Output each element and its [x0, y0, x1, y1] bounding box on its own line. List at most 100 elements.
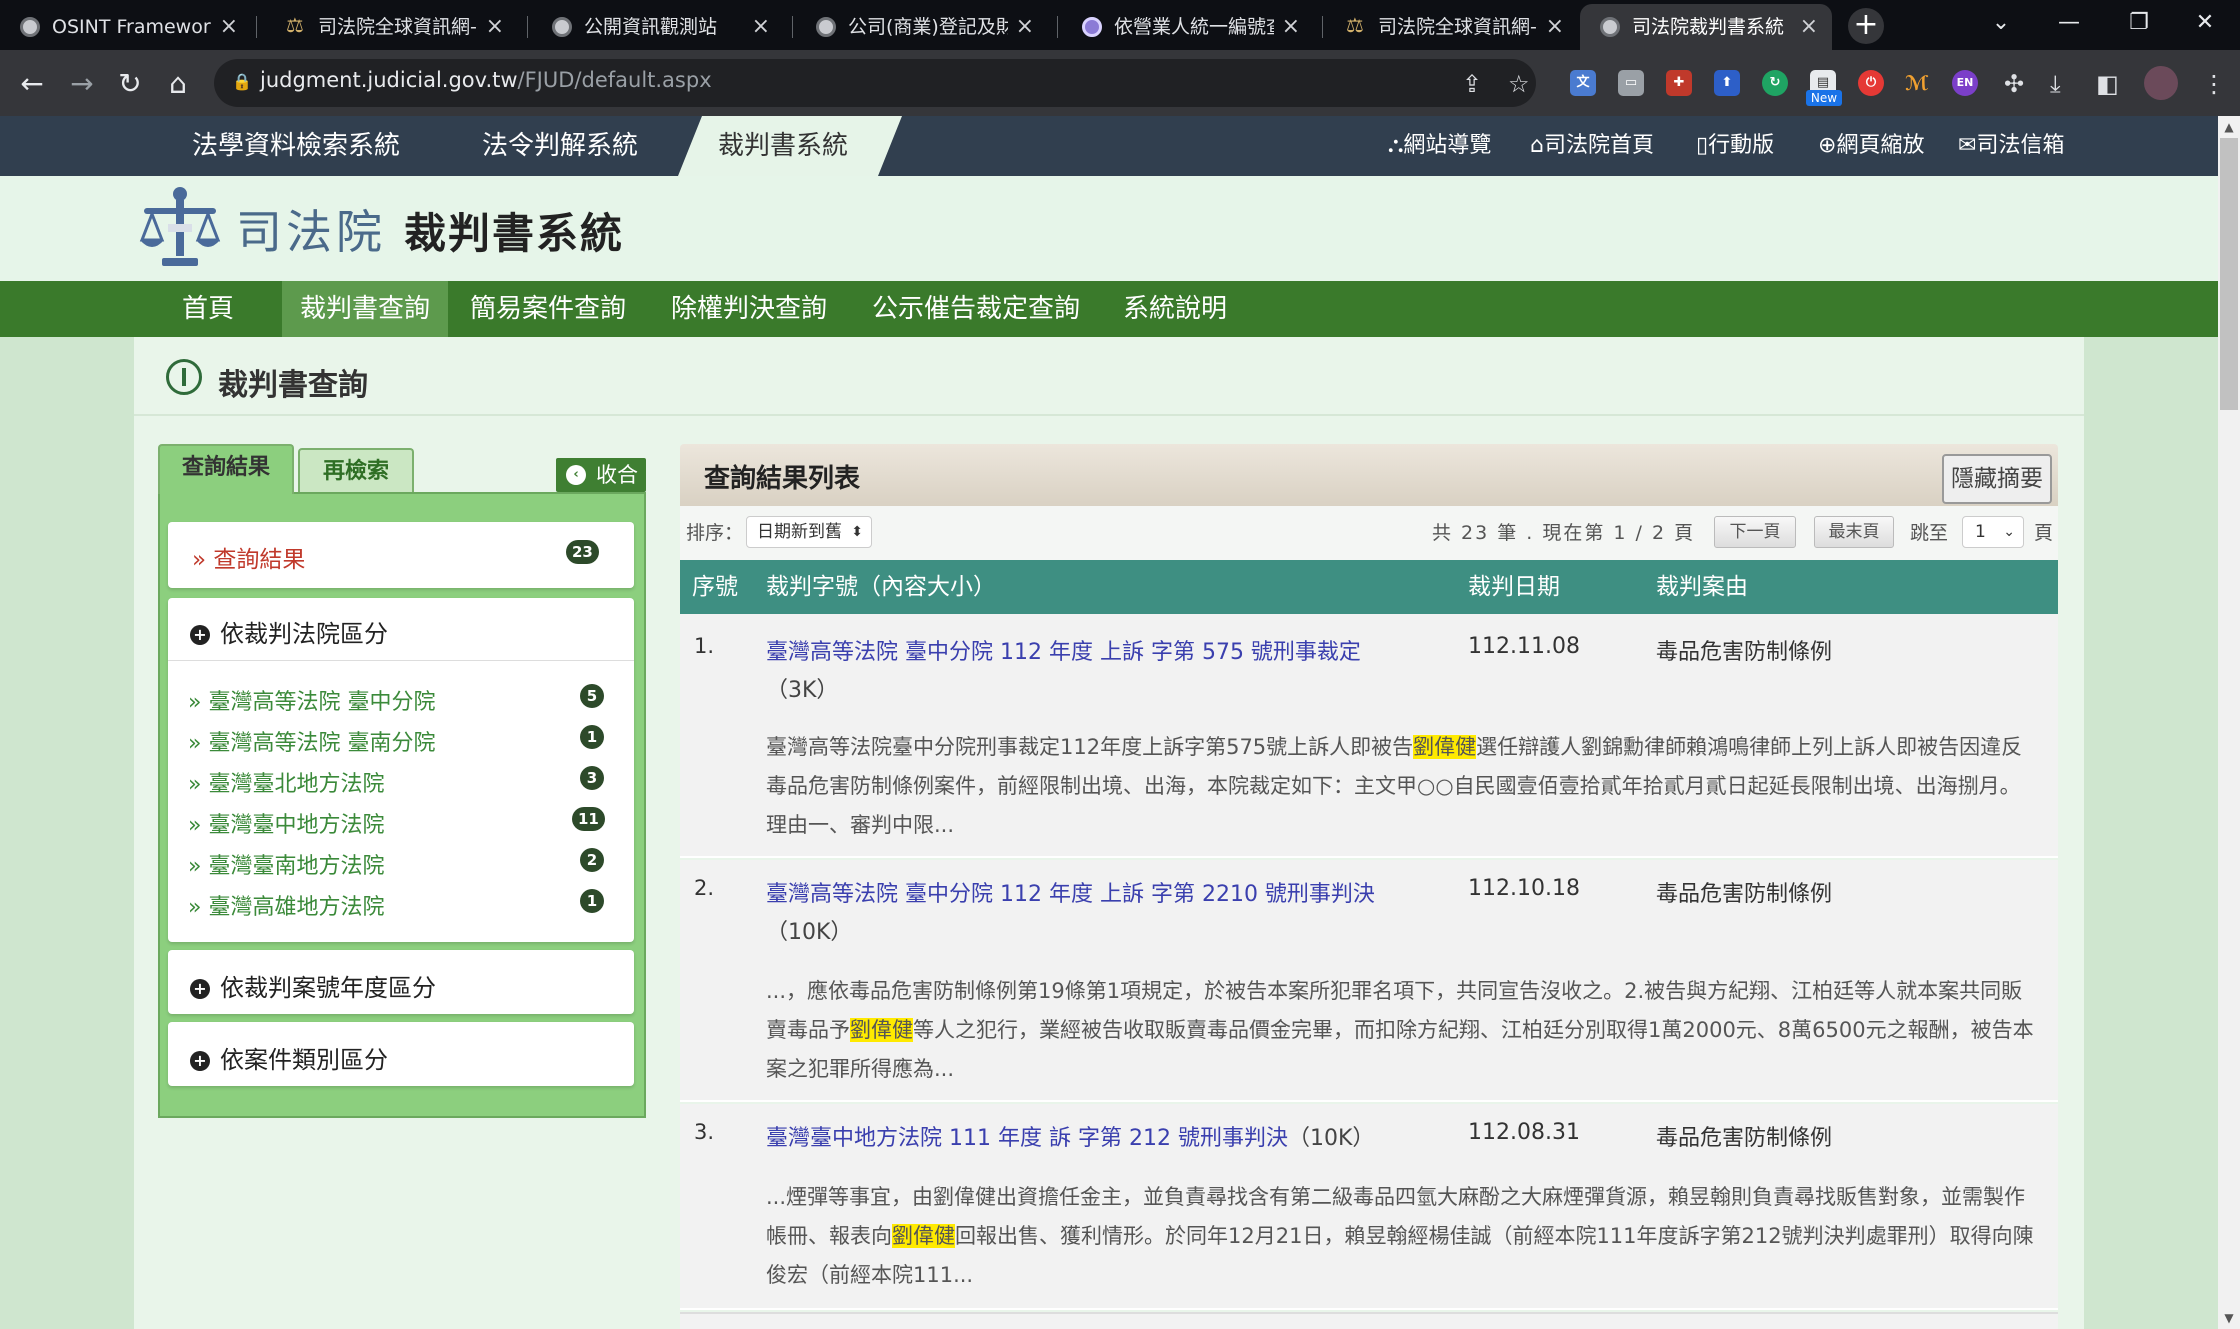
- collapse-button[interactable]: ‹ 收合: [556, 458, 646, 492]
- case-summary: ...煙彈等事宜，由劉偉健出資擔任金主，並負責尋找含有第二級毒品四氫大麻酚之大麻…: [766, 1178, 2036, 1295]
- menu-public-notice[interactable]: 公示催告裁定查詢: [858, 281, 1094, 337]
- year-section-header[interactable]: + 依裁判案號年度區分: [190, 968, 436, 1003]
- toplink-home[interactable]: ⌂司法院首頁: [1530, 116, 1654, 176]
- close-icon[interactable]: ×: [1546, 4, 1564, 50]
- close-icon[interactable]: ×: [1800, 4, 1818, 50]
- close-icon[interactable]: ×: [1282, 4, 1300, 50]
- browser-tab-tax[interactable]: 依營業人統一編號查 ×: [1062, 4, 1314, 50]
- toplink-sitemap[interactable]: ⛬網站導覽: [1388, 116, 1491, 176]
- sitemap-icon: ⛬: [1388, 133, 1404, 158]
- brand-name[interactable]: 司法院: [236, 196, 386, 262]
- arrow-extension-icon[interactable]: ⬆: [1714, 70, 1740, 96]
- zoom-icon: ⊕: [1818, 133, 1837, 158]
- menu-judgment-search[interactable]: 裁判書查詢: [282, 281, 448, 337]
- results-card[interactable]: » 查詢結果 23: [168, 522, 634, 588]
- scroll-up-icon[interactable]: ▲: [2218, 116, 2240, 138]
- menu-simple-case[interactable]: 簡易案件查詢: [458, 281, 638, 337]
- page-info: 共 23 筆 . 現在第 1 / 2 頁: [1432, 522, 1696, 544]
- sysnav-judgment-system[interactable]: 裁判書系統: [718, 116, 848, 176]
- court-count-badge: 5: [580, 684, 604, 708]
- type-section-label: 依案件類別區分: [220, 1046, 388, 1074]
- share-icon[interactable]: ⇪: [1462, 70, 1482, 98]
- restore-button[interactable]: ❐: [2104, 0, 2174, 50]
- hide-summary-button[interactable]: 隱藏摘要: [1942, 454, 2052, 504]
- sort-value: 日期新到舊: [757, 522, 842, 542]
- tab-title: 司法院全球資訊網-司: [1378, 16, 1538, 38]
- url-text[interactable]: judgment.judicial.gov.tw/FJUD/default.as…: [260, 68, 712, 92]
- court-filter-item[interactable]: » 臺灣高等法院 臺中分院: [188, 684, 435, 716]
- court-filter-item[interactable]: » 臺灣臺中地方法院: [188, 807, 384, 839]
- profile-avatar[interactable]: [2144, 66, 2178, 100]
- scale-icon: ⚖: [286, 13, 304, 37]
- scroll-down-icon[interactable]: ▼: [2218, 1307, 2240, 1329]
- jump-page-select[interactable]: 1 ⌄: [1962, 516, 2024, 548]
- back-button[interactable]: ←: [14, 66, 50, 102]
- type-filter-card[interactable]: + 依案件類別區分: [168, 1022, 634, 1086]
- browser-tab-judicial-2[interactable]: ⚖ 司法院全球資訊網-司 ×: [1326, 4, 1578, 50]
- refresh-extension-icon[interactable]: ↻: [1762, 70, 1788, 96]
- window-extension-icon[interactable]: ▭: [1618, 70, 1644, 96]
- scrollbar-thumb[interactable]: [2220, 138, 2238, 410]
- close-icon[interactable]: ×: [1016, 4, 1034, 50]
- tab-query-results[interactable]: 查詢結果: [158, 444, 294, 494]
- court-count-badge: 1: [580, 725, 604, 749]
- next-page-button[interactable]: 下一頁: [1714, 516, 1796, 548]
- browser-tab-company[interactable]: 公司(商業)登記及財 ×: [796, 4, 1048, 50]
- language-extension-icon[interactable]: EN: [1952, 70, 1978, 96]
- col-number: 序號: [692, 574, 738, 600]
- menu-kebab-icon[interactable]: ⋮: [2202, 70, 2226, 98]
- court-filter-item[interactable]: » 臺灣臺南地方法院: [188, 848, 384, 880]
- tab-research[interactable]: 再檢索: [298, 448, 414, 492]
- lock-icon[interactable]: 🔒: [232, 72, 252, 92]
- court-filter-item[interactable]: » 臺灣高等法院 臺南分院: [188, 725, 435, 757]
- browser-tab-mops[interactable]: 公開資訊觀測站 ×: [532, 4, 784, 50]
- browser-tab-osint[interactable]: OSINT Framework ×: [0, 4, 252, 50]
- menu-home[interactable]: 首頁: [160, 281, 256, 337]
- sysnav-law-search[interactable]: 法學資料檢索系統: [192, 116, 400, 176]
- sort-select[interactable]: 日期新到舊 ⬍: [746, 516, 872, 548]
- reload-button[interactable]: ↻: [112, 66, 148, 102]
- translate-extension-icon[interactable]: 文: [1570, 70, 1596, 96]
- court-filter-item[interactable]: » 臺灣高雄地方法院: [188, 889, 384, 921]
- court-section-header[interactable]: + 依裁判法院區分: [190, 614, 388, 649]
- toplink-mailbox[interactable]: ✉司法信箱: [1958, 116, 2064, 176]
- case-cause: 毒品危害防制條例: [1656, 1126, 1833, 1151]
- court-filter-item[interactable]: » 臺灣臺北地方法院: [188, 766, 384, 798]
- case-link[interactable]: 臺灣高等法院 臺中分院 112 年度 上訴 字第 2210 號刑事判決: [766, 876, 1375, 908]
- scales-logo-icon[interactable]: [138, 184, 222, 274]
- case-link[interactable]: 臺灣高等法院 臺中分院 112 年度 上訴 字第 575 號刑事裁定: [766, 634, 1361, 666]
- shield-extension-icon[interactable]: ✚: [1666, 70, 1692, 96]
- home-button[interactable]: ⌂: [160, 66, 196, 102]
- tab-search-icon[interactable]: ⌄: [1966, 0, 2036, 50]
- side-panel-icon[interactable]: ◧: [2096, 70, 2119, 98]
- power-extension-icon[interactable]: ⏻: [1858, 70, 1884, 96]
- new-tab-button[interactable]: +: [1848, 8, 1884, 44]
- url-path: /FJUD/default.aspx: [517, 68, 712, 92]
- puzzle-extensions-icon[interactable]: ✣: [2004, 70, 2024, 98]
- toplink-mobile[interactable]: ▯行動版: [1696, 116, 1774, 176]
- close-icon[interactable]: ×: [752, 4, 770, 50]
- case-link[interactable]: 臺灣臺中地方法院 111 年度 訴 字第 212 號刑事判決: [766, 1126, 1288, 1151]
- close-icon[interactable]: ×: [220, 4, 238, 50]
- page-title: 裁判書查詢: [218, 368, 368, 403]
- sysnav-interpretations[interactable]: 法令判解系統: [482, 116, 638, 176]
- type-section-header[interactable]: + 依案件類別區分: [190, 1040, 388, 1075]
- tab-separator: [527, 16, 528, 38]
- close-icon[interactable]: ×: [486, 4, 504, 50]
- case-summary: ...，應依毒品危害防制條例第19條第1項規定，於被告本案所犯罪名項下，共同宣告…: [766, 972, 2036, 1089]
- browser-tab-judicial-1[interactable]: ⚖ 司法院全球資訊網-司 ×: [266, 4, 518, 50]
- tampermonkey-extension-icon[interactable]: ℳ: [1904, 70, 1930, 96]
- last-page-button[interactable]: 最末頁: [1814, 516, 1894, 548]
- browser-tab-judgment-active[interactable]: 司法院裁判書系統 ×: [1580, 4, 1832, 50]
- bookmark-star-icon[interactable]: ☆: [1508, 70, 1530, 98]
- results-link[interactable]: » 查詢結果: [192, 540, 305, 574]
- close-window-button[interactable]: ✕: [2170, 0, 2240, 50]
- year-filter-card[interactable]: + 依裁判案號年度區分: [168, 950, 634, 1014]
- toplink-zoom[interactable]: ⊕網頁縮放: [1818, 116, 1924, 176]
- download-icon[interactable]: ⤓: [2050, 70, 2061, 98]
- minimize-button[interactable]: —: [2034, 0, 2104, 50]
- menu-exclusion-judgment[interactable]: 除權判決查詢: [654, 281, 844, 337]
- forward-button[interactable]: →: [64, 66, 100, 102]
- menu-system-help[interactable]: 系統說明: [1110, 281, 1240, 337]
- case-cause: 毒品危害防制條例: [1656, 882, 1833, 907]
